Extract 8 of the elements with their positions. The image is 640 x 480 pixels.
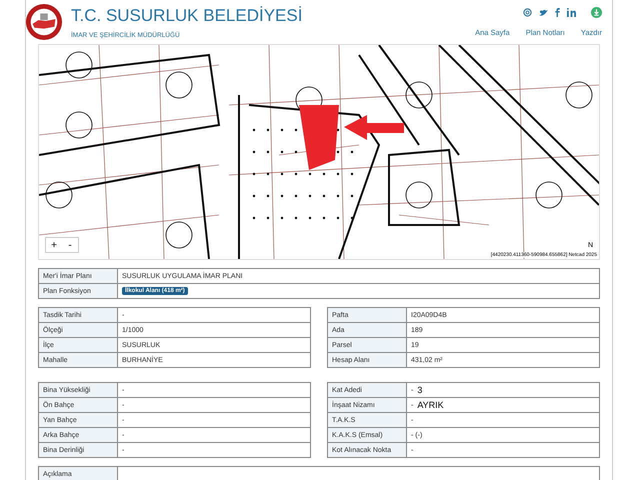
value-note: AYRIK [417, 400, 444, 410]
download-icon[interactable] [591, 7, 602, 18]
bird-icon[interactable] [539, 8, 548, 16]
facebook-icon[interactable] [555, 8, 560, 17]
municipality-logo [26, 3, 63, 41]
linkedin-icon[interactable] [567, 8, 576, 17]
value-note: 3 [417, 385, 422, 395]
site-title: T.C. SUSURLUK BELEDİYESİ [71, 6, 304, 26]
